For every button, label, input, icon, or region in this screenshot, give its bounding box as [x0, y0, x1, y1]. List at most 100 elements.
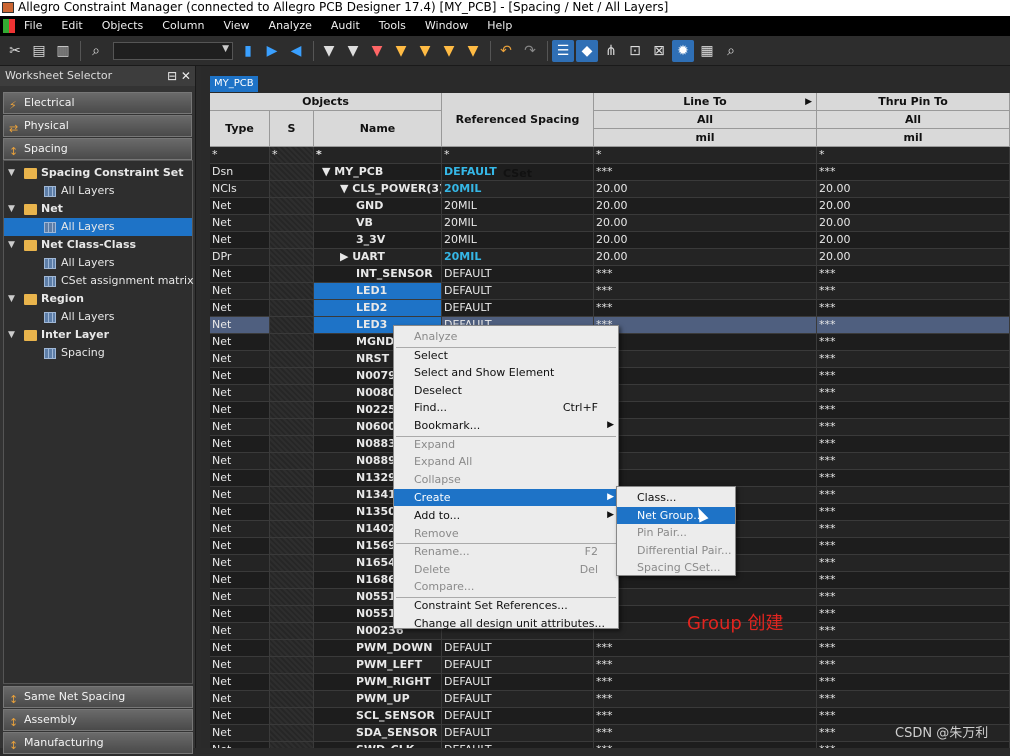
settings-icon[interactable]: ✹	[672, 39, 694, 62]
cell-line-to[interactable]: 20.00	[594, 232, 817, 248]
filter-icon[interactable]: ▼	[318, 40, 340, 62]
cell-thru-pin-to[interactable]: ***	[817, 283, 1010, 299]
bookmark-icon[interactable]: ▮	[237, 40, 259, 62]
menu-column[interactable]: Column	[153, 16, 214, 36]
cell-name[interactable]: LED1	[314, 283, 442, 299]
cell-line-to[interactable]	[594, 385, 817, 401]
table-row[interactable]: Net SCL_SENSOR DEFAULT *** ***	[210, 708, 1010, 725]
tree-item-all-layers[interactable]: All Layers	[4, 182, 192, 200]
cell-line-to[interactable]: 20.00	[594, 181, 817, 197]
table-row[interactable]: Net PWM_LEFT DEFAULT *** ***	[210, 657, 1010, 674]
filter-clear-icon[interactable]: ▼	[342, 40, 364, 62]
cell-cset[interactable]: 20MIL	[442, 181, 594, 197]
cell-name[interactable]: 3_3V	[314, 232, 442, 248]
cell-line-to[interactable]: ***	[594, 674, 817, 690]
table-row[interactable]: Net PWM_UP DEFAULT *** ***	[210, 691, 1010, 708]
app-menu-icon[interactable]	[3, 19, 15, 33]
cell-thru-pin-to[interactable]: ***	[817, 555, 1010, 571]
cell-thru-pin-to[interactable]: ***	[817, 317, 1010, 333]
cell-name[interactable]: PWM_DOWN	[314, 640, 442, 656]
cell-line-to[interactable]: ***	[594, 317, 817, 333]
cell-name[interactable]: PWM_RIGHT	[314, 674, 442, 690]
table-row[interactable]: Net PWM_DOWN DEFAULT *** ***	[210, 640, 1010, 657]
cell-thru-pin-to[interactable]: 20.00	[817, 181, 1010, 197]
cell-thru-pin-to[interactable]: ***	[817, 538, 1010, 554]
cell-cset[interactable]: DEFAULT	[442, 708, 594, 724]
collapse-arrow-icon[interactable]: ▼	[8, 200, 15, 218]
cell-line-to[interactable]	[594, 453, 817, 469]
cell-name[interactable]: SDA_SENSOR	[314, 725, 442, 741]
cell-line-to[interactable]	[594, 419, 817, 435]
cell-line-to[interactable]: ***	[594, 691, 817, 707]
cell-thru-pin-to[interactable]: ***	[817, 453, 1010, 469]
cell-name[interactable]: INT_SENSOR	[314, 266, 442, 282]
cell-thru-pin-to[interactable]: ***	[817, 504, 1010, 520]
filter-fail-icon[interactable]: ▼	[414, 40, 436, 62]
cell-line-to[interactable]: ***	[594, 725, 817, 741]
cell-name[interactable]: ▶ UART	[314, 249, 442, 265]
cell-thru-pin-to[interactable]: ***	[817, 521, 1010, 537]
cell-cset[interactable]: DEFAULT	[442, 725, 594, 741]
header-type[interactable]: Type	[210, 111, 270, 147]
filter-cell[interactable]: *	[270, 147, 314, 163]
cell-line-to[interactable]: 20.00	[594, 249, 817, 265]
cell-thru-pin-to[interactable]: ***	[817, 691, 1010, 707]
cell-cset[interactable]: DEFAULT	[442, 657, 594, 673]
menu-item-deselect[interactable]: Deselect	[394, 382, 618, 399]
undo-icon[interactable]: ↶	[495, 40, 517, 62]
menu-item-create[interactable]: Create ▶	[394, 489, 618, 507]
search-icon[interactable]: ⌕	[720, 40, 742, 62]
cell-thru-pin-to[interactable]: ***	[817, 606, 1010, 622]
toolbar-combo-box[interactable]	[113, 41, 233, 60]
table-row[interactable]: NCls ▼ CLS_POWER(3) 20MIL 20.00 20.00	[210, 181, 1010, 198]
menu-file[interactable]: File	[15, 16, 52, 36]
cell-line-to[interactable]: ***	[594, 657, 817, 673]
topology-icon[interactable]: ⋔	[600, 40, 622, 62]
cell-thru-pin-to[interactable]: ***	[817, 742, 1010, 748]
report-icon[interactable]: ▦	[696, 40, 718, 62]
tree-item-spacing-constraint-set[interactable]: ▼ Spacing Constraint Set	[4, 164, 192, 182]
cell-thru-pin-to[interactable]: ***	[817, 164, 1010, 180]
cell-cset[interactable]: 20MIL	[442, 215, 594, 231]
cell-cset[interactable]: DEFAULT	[442, 742, 594, 748]
cell-line-to[interactable]: ***	[594, 708, 817, 724]
cell-cset[interactable]: 20MIL	[442, 232, 594, 248]
cell-thru-pin-to[interactable]: ***	[817, 334, 1010, 350]
table-row[interactable]: Net GND 20MIL 20.00 20.00	[210, 198, 1010, 215]
paste-icon[interactable]: ▥	[52, 40, 74, 62]
table-row[interactable]: Net SDA_SENSOR DEFAULT *** ***	[210, 725, 1010, 742]
cell-thru-pin-to[interactable]: ***	[817, 351, 1010, 367]
cell-name[interactable]: SCL_SENSOR	[314, 708, 442, 724]
pin-select-icon[interactable]: ⊠	[648, 40, 670, 62]
expand-arrow-icon[interactable]: ▶	[805, 93, 812, 111]
header-cset[interactable]: Referenced Spacing CSet	[442, 93, 594, 180]
cell-thru-pin-to[interactable]: ***	[817, 640, 1010, 656]
cell-line-to[interactable]	[594, 334, 817, 350]
cell-thru-pin-to[interactable]: ***	[817, 487, 1010, 503]
cell-name[interactable]: PWM_LEFT	[314, 657, 442, 673]
cell-line-to[interactable]	[594, 402, 817, 418]
redo-icon[interactable]: ↷	[519, 40, 541, 62]
filter-pass-icon[interactable]: ▼	[390, 40, 412, 62]
cell-name[interactable]: ▼ MY_PCB	[314, 164, 442, 180]
tree-item-net-class-class[interactable]: ▼ Net Class-Class	[4, 236, 192, 254]
header-line-to[interactable]: Line To ▶	[594, 93, 817, 111]
cell-thru-pin-to[interactable]: ***	[817, 385, 1010, 401]
category-assembly[interactable]: ↕ Assembly	[3, 709, 193, 731]
menu-item-bookmark[interactable]: Bookmark... ▶	[394, 417, 618, 434]
cell-thru-pin-to[interactable]: ***	[817, 572, 1010, 588]
category-spacing[interactable]: ↕ Spacing	[3, 138, 192, 160]
cell-line-to[interactable]: ***	[594, 300, 817, 316]
filter-cell[interactable]: *	[314, 147, 442, 163]
cell-thru-pin-to[interactable]: 20.00	[817, 232, 1010, 248]
submenu-item-class[interactable]: Class...	[617, 489, 735, 506]
table-row[interactable]: Net INT_SENSOR DEFAULT *** ***	[210, 266, 1010, 283]
collapse-arrow-icon[interactable]: ▼	[8, 290, 15, 308]
cell-cset[interactable]: DEFAULT	[442, 164, 594, 180]
bookmark-prev-icon[interactable]: ◀	[285, 40, 307, 62]
cell-cset[interactable]: 20MIL	[442, 249, 594, 265]
menu-item-find[interactable]: Find... Ctrl+F	[394, 399, 618, 416]
category-manufacturing[interactable]: ↕ Manufacturing	[3, 732, 193, 754]
category-same-net-spacing[interactable]: ↕ Same Net Spacing	[3, 686, 193, 708]
menu-analyze[interactable]: Analyze	[260, 16, 322, 36]
